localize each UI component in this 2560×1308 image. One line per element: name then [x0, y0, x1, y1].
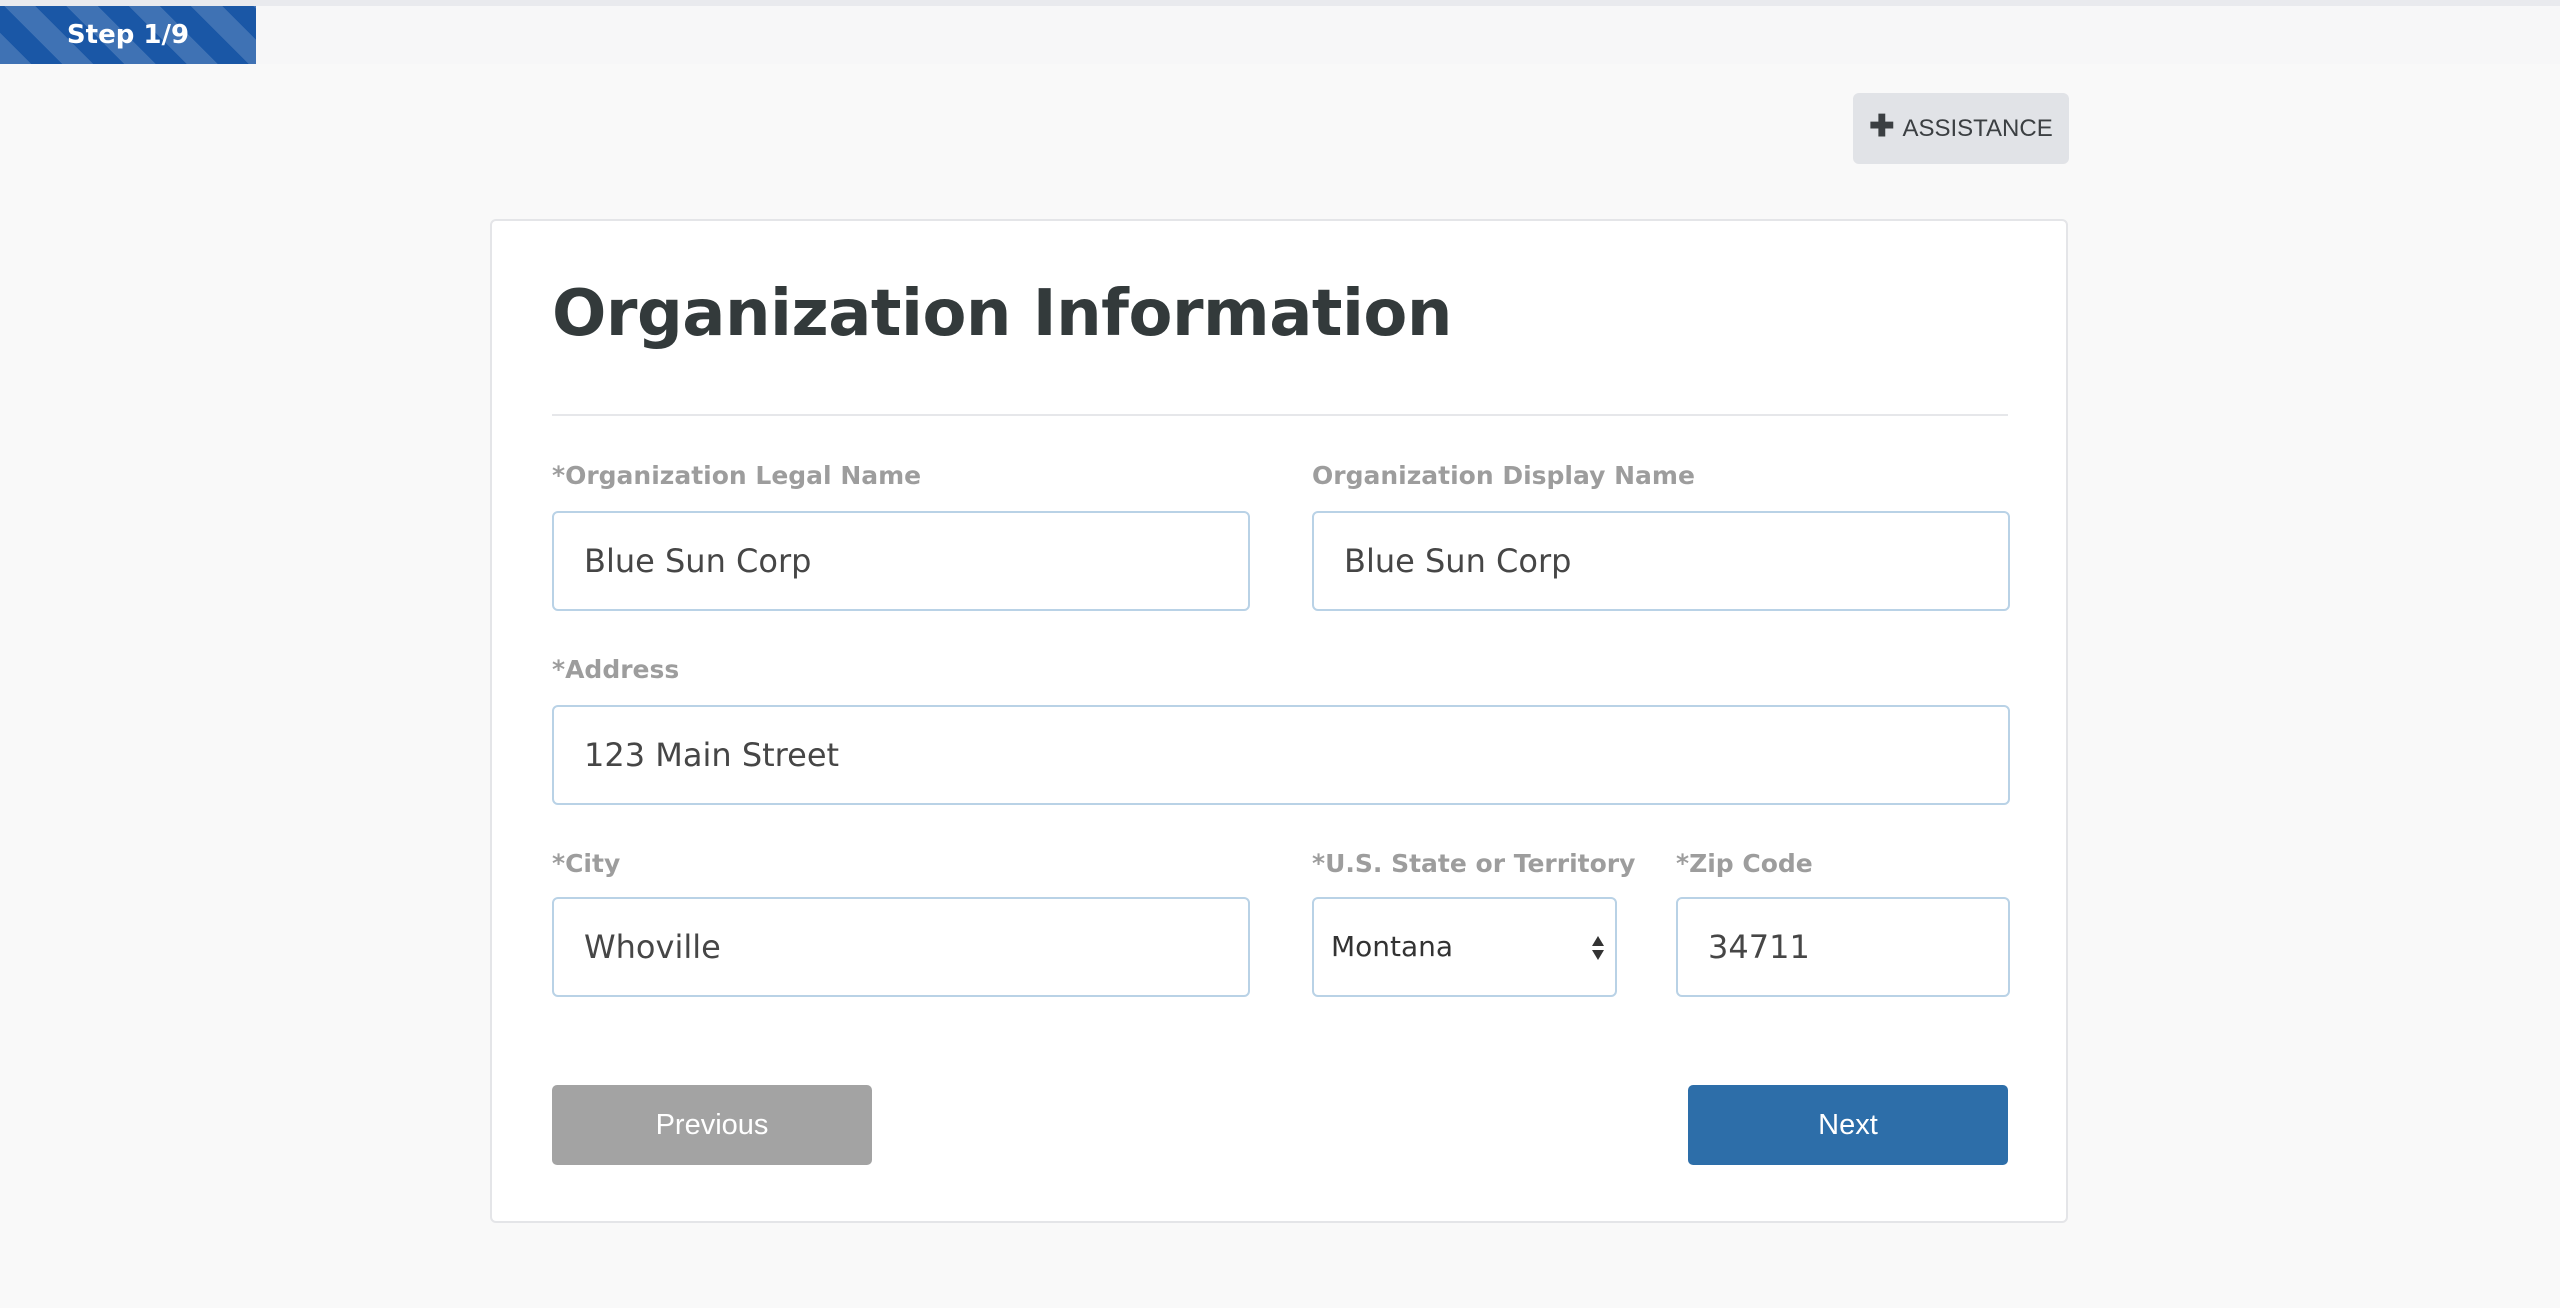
step-progress-bar: Step 1/9 [0, 6, 2560, 64]
state-label: *U.S. State or Territory [1312, 849, 1636, 878]
legal-name-label: *Organization Legal Name [552, 461, 922, 490]
address-label: *Address [552, 655, 680, 684]
select-arrows-icon [1592, 936, 1604, 960]
assistance-label: ASSISTANCE [1902, 114, 2053, 142]
page-title: Organization Information [552, 277, 1452, 351]
city-input[interactable] [552, 897, 1250, 997]
state-select[interactable]: Montana [1312, 897, 1617, 997]
assistance-button[interactable]: ✚ ASSISTANCE [1853, 93, 2069, 164]
city-label: *City [552, 849, 621, 878]
legal-name-input[interactable] [552, 511, 1250, 611]
previous-button[interactable]: Previous [552, 1085, 872, 1165]
display-name-input[interactable] [1312, 511, 2010, 611]
title-divider [552, 414, 2008, 416]
display-name-label: Organization Display Name [1312, 461, 1695, 490]
state-select-value: Montana [1331, 930, 1454, 963]
zip-input[interactable] [1676, 897, 2010, 997]
organization-form-card: Organization Information *Organization L… [490, 219, 2068, 1223]
step-label: Step 1/9 [66, 20, 190, 50]
plus-icon: ✚ [1869, 110, 1895, 143]
next-button[interactable]: Next [1688, 1085, 2008, 1165]
address-input[interactable] [552, 705, 2010, 805]
zip-label: *Zip Code [1676, 849, 1813, 878]
